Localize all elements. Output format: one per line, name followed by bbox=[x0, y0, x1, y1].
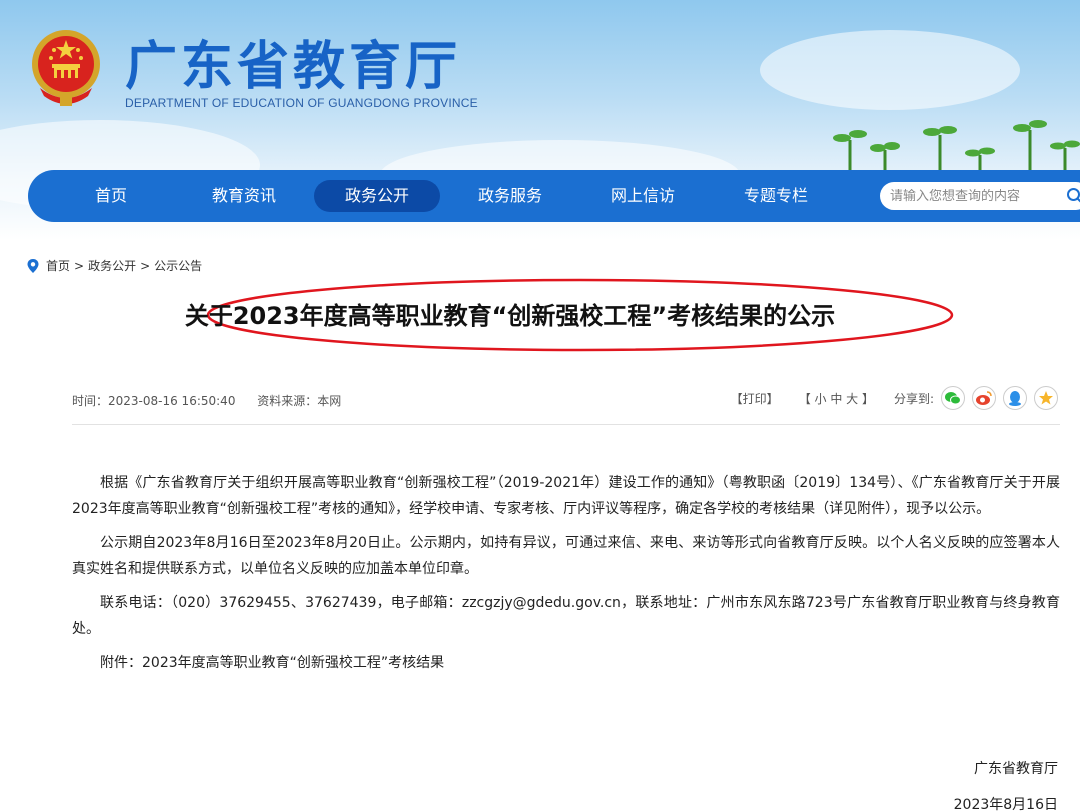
breadcrumb-separator: > bbox=[74, 258, 85, 273]
breadcrumb-separator: > bbox=[140, 258, 151, 273]
paragraph: 根据《广东省教育厅关于组织开展高等职业教育“创新强校工程”（2019-2021年… bbox=[72, 475, 1060, 517]
signature-date: 2023年8月16日 bbox=[953, 797, 1058, 812]
publish-time: 时间：2023-08-16 16:50:40 bbox=[72, 394, 236, 408]
national-emblem-icon bbox=[32, 30, 100, 106]
paragraph: 联系电话：（020）37629455、37627439，电子邮箱：zzcgzjy… bbox=[72, 595, 1060, 637]
nav-item-education-news[interactable]: 教育资讯 bbox=[181, 180, 307, 212]
site-subtitle: DEPARTMENT OF EDUCATION OF GUANGDONG PRO… bbox=[125, 96, 478, 110]
article-title: 关于2023年度高等职业教育“创新强校工程”考核结果的公示 bbox=[184, 302, 836, 330]
main-nav: 首页 教育资讯 政务公开 政务服务 网上信访 专题专栏 bbox=[28, 170, 1080, 222]
attachment-link[interactable]: 附件：2023年度高等职业教育“创新强校工程”考核结果 bbox=[72, 650, 1060, 676]
paragraph: 公示期自2023年8月16日至2023年8月20日止。公示期内，如持有异议，可通… bbox=[72, 535, 1060, 577]
nav-item-online-petition[interactable]: 网上信访 bbox=[580, 180, 706, 212]
search-box bbox=[880, 182, 1080, 210]
meta-divider bbox=[72, 424, 1060, 425]
weibo-icon[interactable] bbox=[972, 386, 996, 410]
wechat-icon[interactable] bbox=[941, 386, 965, 410]
breadcrumb-government-affairs[interactable]: 政务公开 bbox=[88, 257, 136, 274]
article-meta: 时间：2023-08-16 16:50:40 资料来源：本网 【打印】 【 小 … bbox=[72, 386, 1060, 410]
nav-item-special-topics[interactable]: 专题专栏 bbox=[713, 180, 839, 212]
share-label: 分享到: bbox=[893, 391, 934, 406]
nav-item-government-services[interactable]: 政务服务 bbox=[447, 180, 573, 212]
location-pin-icon bbox=[27, 258, 39, 273]
cloud-decoration bbox=[760, 30, 1020, 110]
site-title[interactable]: 广东省教育厅 bbox=[125, 24, 461, 99]
article-body: 根据《广东省教育厅关于组织开展高等职业教育“创新强校工程”（2019-2021年… bbox=[72, 470, 1060, 684]
breadcrumb-home[interactable]: 首页 bbox=[46, 257, 70, 274]
signature-org: 广东省教育厅 bbox=[974, 761, 1058, 777]
qq-icon[interactable] bbox=[1003, 386, 1027, 410]
qzone-icon[interactable] bbox=[1034, 386, 1058, 410]
search-input[interactable] bbox=[890, 188, 1055, 204]
breadcrumb: 首页 > 政务公开 > 公示公告 bbox=[26, 257, 206, 274]
print-link[interactable]: 【打印】 bbox=[731, 390, 779, 407]
nav-item-government-affairs[interactable]: 政务公开 bbox=[314, 180, 440, 212]
font-size-switcher[interactable]: 【 小 中 大 】 bbox=[799, 390, 874, 407]
article-source: 资料来源：本网 bbox=[257, 394, 342, 408]
breadcrumb-announcements[interactable]: 公示公告 bbox=[154, 257, 202, 274]
search-icon[interactable] bbox=[1066, 187, 1080, 205]
nav-item-home[interactable]: 首页 bbox=[48, 180, 174, 212]
